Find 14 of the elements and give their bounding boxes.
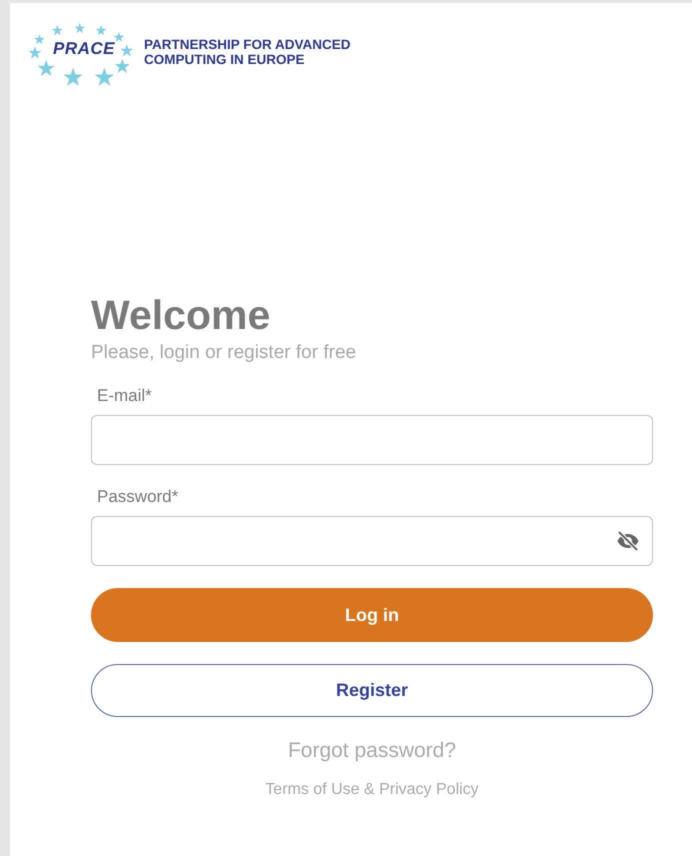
password-field[interactable] xyxy=(91,516,653,566)
forgot-password-link[interactable]: Forgot password? xyxy=(288,739,456,763)
eye-slash-icon[interactable] xyxy=(616,529,640,553)
terms-link[interactable]: Terms of Use & Privacy Policy xyxy=(265,781,479,799)
field-label: E-mail* xyxy=(97,386,153,406)
email-field[interactable] xyxy=(91,415,653,465)
welcome-title: Welcome xyxy=(91,292,272,338)
logo-tagline: PARTNERSHIP FOR ADVANCED xyxy=(144,37,351,52)
register-button[interactable]: Register xyxy=(91,664,653,717)
login-button[interactable]: Log in xyxy=(91,588,653,642)
logo-tagline: COMPUTING IN EUROPE xyxy=(144,52,306,67)
subtitle: Please, login or register for free xyxy=(91,342,358,364)
logo-wordmark: PRACE xyxy=(53,39,116,59)
field-label: Password* xyxy=(97,487,180,507)
